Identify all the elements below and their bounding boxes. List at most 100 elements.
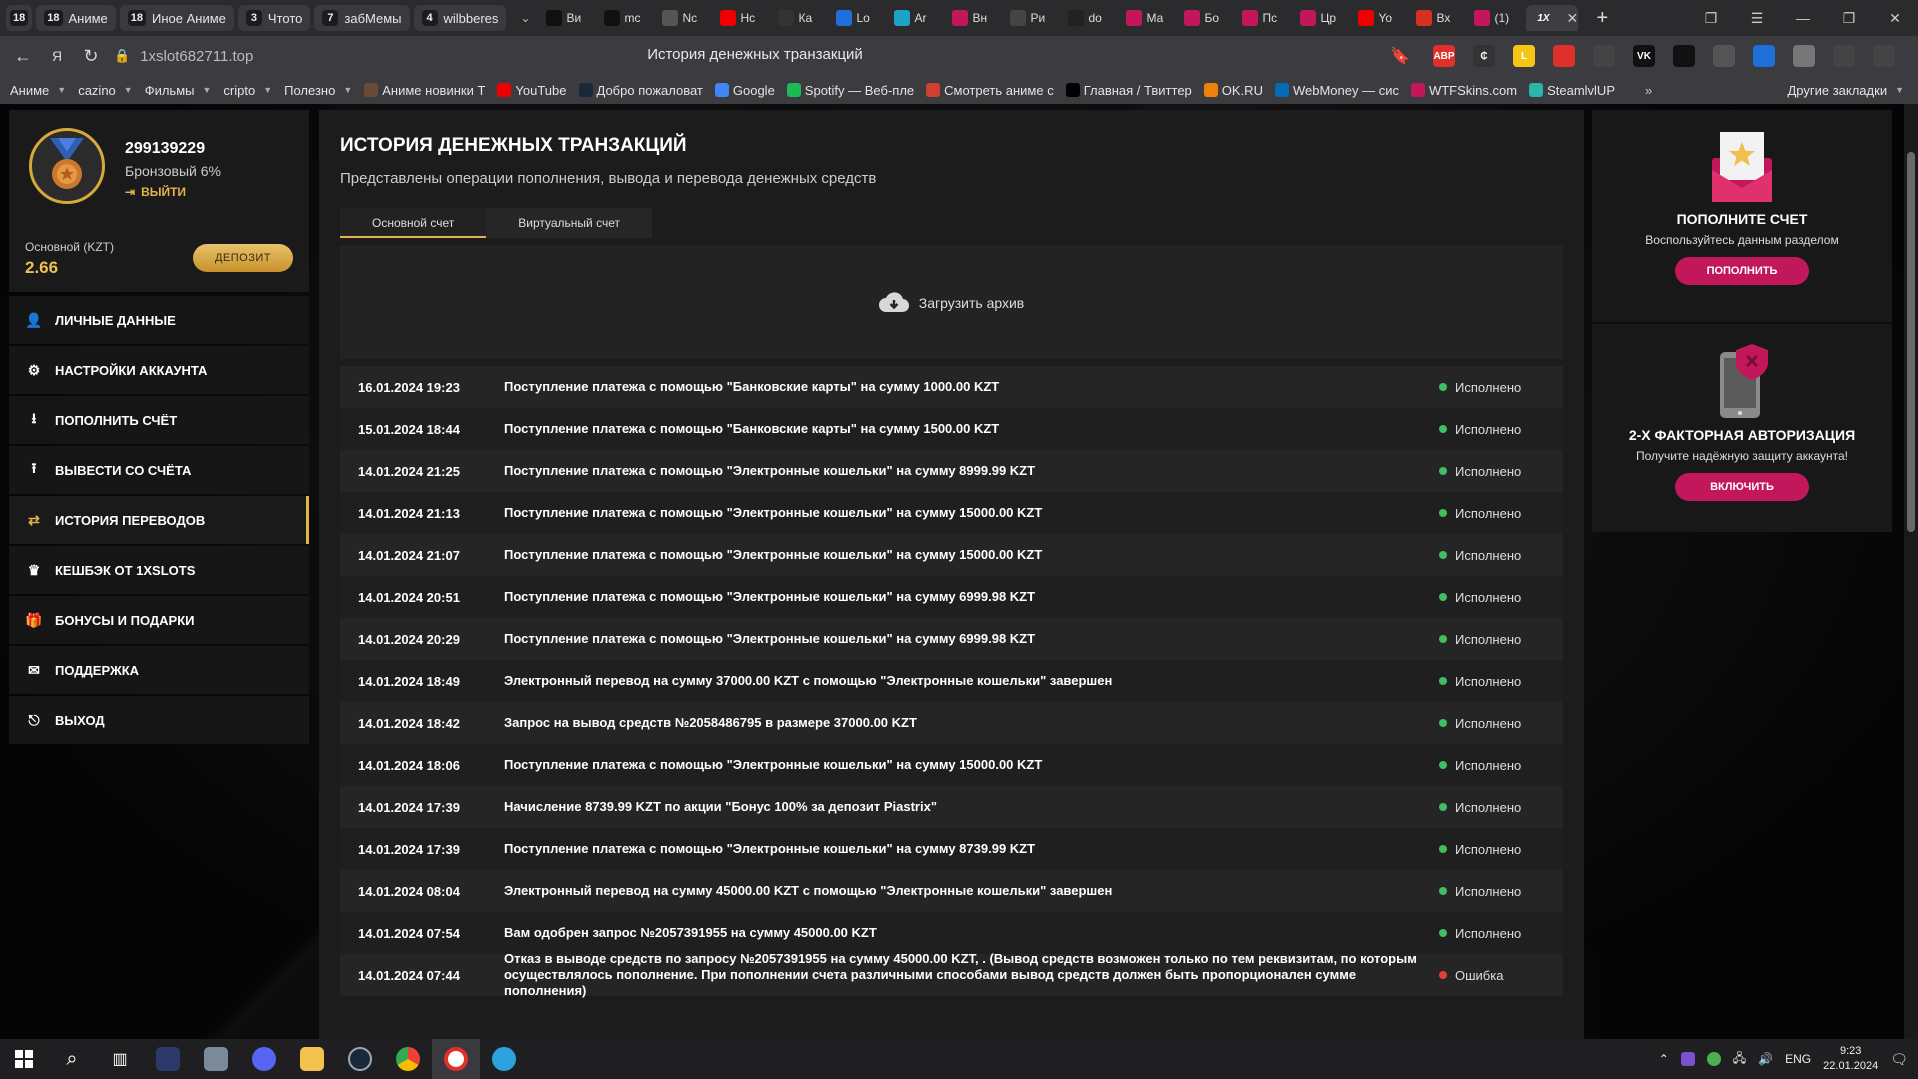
- language-indicator[interactable]: ENG: [1785, 1052, 1811, 1066]
- sidebar-item[interactable]: 🎁 Бонусы и подарки: [9, 596, 309, 644]
- browser-tab[interactable]: do: [1062, 5, 1120, 31]
- bookmark-item[interactable]: Spotify — Веб-пле: [786, 83, 914, 98]
- browser-tab[interactable]: Пс: [1236, 5, 1294, 31]
- steam-icon[interactable]: [336, 1039, 384, 1079]
- logout-link[interactable]: ⇥ ВЫЙТИ: [125, 185, 186, 199]
- browser-tab[interactable]: Нс: [714, 5, 772, 31]
- bookmark-item[interactable]: OK.RU: [1203, 83, 1263, 98]
- tab-close-icon[interactable]: ✕: [1566, 10, 1578, 27]
- new-tab-icon[interactable]: +: [1596, 7, 1608, 30]
- bookmark-folder[interactable]: Фильмы ▼: [145, 83, 212, 98]
- extension-icon[interactable]: [1833, 45, 1855, 67]
- other-bookmarks[interactable]: Другие закладки: [1787, 83, 1887, 98]
- sidebar-item[interactable]: ⚙ Настройки аккаунта: [9, 346, 309, 394]
- browser-tab[interactable]: Цр: [1294, 5, 1352, 31]
- task-view-icon[interactable]: ▥: [96, 1039, 144, 1079]
- tab-group[interactable]: 4 wilbberes: [413, 5, 507, 31]
- tab-groups-chevron-icon[interactable]: ⌄: [520, 11, 530, 25]
- collections-icon[interactable]: ❐: [1688, 0, 1734, 36]
- sidebar-item[interactable]: ⇄ История переводов: [9, 496, 309, 544]
- search-icon[interactable]: ⌕: [48, 1039, 96, 1079]
- browser-tab[interactable]: Ка: [772, 5, 830, 31]
- app-icon[interactable]: [144, 1039, 192, 1079]
- browser-tab[interactable]: mc: [598, 5, 656, 31]
- browser-tab[interactable]: Ar: [888, 5, 946, 31]
- bookmark-item[interactable]: Google: [714, 83, 775, 98]
- tab-virtual-account[interactable]: Виртуальный счет: [486, 208, 652, 238]
- deposit-promo-button[interactable]: ПОПОЛНИТЬ: [1675, 257, 1809, 285]
- extension-icon[interactable]: [1873, 45, 1895, 67]
- network-icon[interactable]: 🖧: [1733, 1049, 1746, 1070]
- active-tab[interactable]: 1X ✕: [1526, 5, 1579, 31]
- restore-icon[interactable]: ❐: [1826, 0, 1872, 36]
- bookmark-item[interactable]: SteamlvlUP: [1529, 83, 1615, 98]
- file-explorer-icon[interactable]: [288, 1039, 336, 1079]
- bookmark-favicon-icon: [1274, 83, 1289, 97]
- extension-icon[interactable]: [1593, 45, 1615, 67]
- sidebar-item[interactable]: ♛ Кешбэк от 1XSLOTS: [9, 546, 309, 594]
- tab-main-account[interactable]: Основной счет: [340, 208, 487, 238]
- extension-icon[interactable]: VK: [1633, 45, 1655, 67]
- volume-icon[interactable]: 🔊: [1758, 1052, 1773, 1066]
- enable-twofa-button[interactable]: ВКЛЮЧИТЬ: [1675, 473, 1809, 501]
- bookmark-folder[interactable]: Полезно ▼: [284, 83, 352, 98]
- tab-group[interactable]: 18 Иное Аниме: [119, 5, 234, 31]
- bookmark-item[interactable]: Добро пожаловат: [578, 83, 703, 98]
- tray-app-icon[interactable]: [1706, 1052, 1721, 1066]
- bookmark-item[interactable]: Главная / Твиттер: [1065, 83, 1192, 98]
- deposit-button[interactable]: ДЕПОЗИТ: [193, 244, 293, 272]
- telegram-icon[interactable]: [480, 1039, 528, 1079]
- bookmark-folder[interactable]: cazino ▼: [78, 83, 133, 98]
- sidebar-item[interactable]: 👤 Личные данные: [9, 296, 309, 344]
- minimize-icon[interactable]: —: [1780, 0, 1826, 36]
- browser-tab[interactable]: Ри: [1004, 5, 1062, 31]
- discord-icon[interactable]: [240, 1039, 288, 1079]
- extension-icon[interactable]: [1713, 45, 1735, 67]
- tab-group-count: 4: [421, 10, 438, 26]
- page-scrollbar[interactable]: [1904, 104, 1918, 1039]
- browser-tab[interactable]: Бо: [1178, 5, 1236, 31]
- browser-tab[interactable]: Ви: [540, 5, 598, 31]
- tab-group[interactable]: 7 забМемы: [314, 5, 410, 31]
- bookmark-folder[interactable]: cripto ▼: [223, 83, 272, 98]
- browser-menu-icon[interactable]: ☰: [1734, 0, 1780, 36]
- chrome-icon[interactable]: [384, 1039, 432, 1079]
- browser-tab[interactable]: Nc: [656, 5, 714, 31]
- download-archive-button[interactable]: Загрузить архив: [340, 246, 1563, 359]
- bookmark-item[interactable]: Аниме новинки Т: [364, 83, 485, 98]
- bookmark-item[interactable]: YouTube: [497, 83, 567, 98]
- browser-tab[interactable]: Вн: [946, 5, 1004, 31]
- bookmark-item[interactable]: WebMoney — сис: [1274, 83, 1399, 98]
- extension-icon[interactable]: L: [1513, 45, 1535, 67]
- tray-chevron-icon[interactable]: ⌃: [1659, 1052, 1669, 1066]
- tab-group[interactable]: 18 Аниме: [36, 5, 116, 31]
- sidebar-item[interactable]: ⭱ Вывести со счёта: [9, 446, 309, 494]
- yandex-browser-icon[interactable]: [432, 1039, 480, 1079]
- bookmark-item[interactable]: Смотреть аниме с: [926, 83, 1054, 98]
- app-icon[interactable]: [192, 1039, 240, 1079]
- sidebar-item[interactable]: ⎋ Выход: [9, 696, 309, 744]
- scrollbar-thumb[interactable]: [1907, 152, 1915, 532]
- sidebar-item[interactable]: ⭳ Пополнить счёт: [9, 396, 309, 444]
- notifications-icon[interactable]: 🗨: [1890, 1051, 1908, 1068]
- browser-tab[interactable]: Ма: [1120, 5, 1178, 31]
- tab-group-main[interactable]: 18: [6, 5, 33, 31]
- sidebar-item[interactable]: ✉ Поддержка: [9, 646, 309, 694]
- transaction-date: 14.01.2024 20:29: [358, 631, 460, 647]
- extension-icon[interactable]: [1673, 45, 1695, 67]
- close-window-icon[interactable]: ✕: [1872, 0, 1918, 36]
- browser-tab[interactable]: Yo: [1352, 5, 1410, 31]
- extension-icon[interactable]: [1753, 45, 1775, 67]
- tray-app-icon[interactable]: [1680, 1052, 1695, 1066]
- browser-tab[interactable]: (1): [1468, 5, 1526, 31]
- extension-icon[interactable]: [1553, 45, 1575, 67]
- browser-tab[interactable]: Вх: [1410, 5, 1468, 31]
- bookmark-folder[interactable]: Аниме ▼: [10, 83, 66, 98]
- browser-tab[interactable]: Lo: [830, 5, 888, 31]
- extension-icon[interactable]: [1793, 45, 1815, 67]
- bookmark-item[interactable]: WTFSkins.com: [1410, 83, 1517, 98]
- clock[interactable]: 9:23 22.01.2024: [1823, 1044, 1878, 1074]
- start-icon[interactable]: [0, 1039, 48, 1079]
- tab-group[interactable]: 3 Чтото: [237, 5, 311, 31]
- bookmarks-overflow-icon[interactable]: »: [1645, 83, 1652, 98]
